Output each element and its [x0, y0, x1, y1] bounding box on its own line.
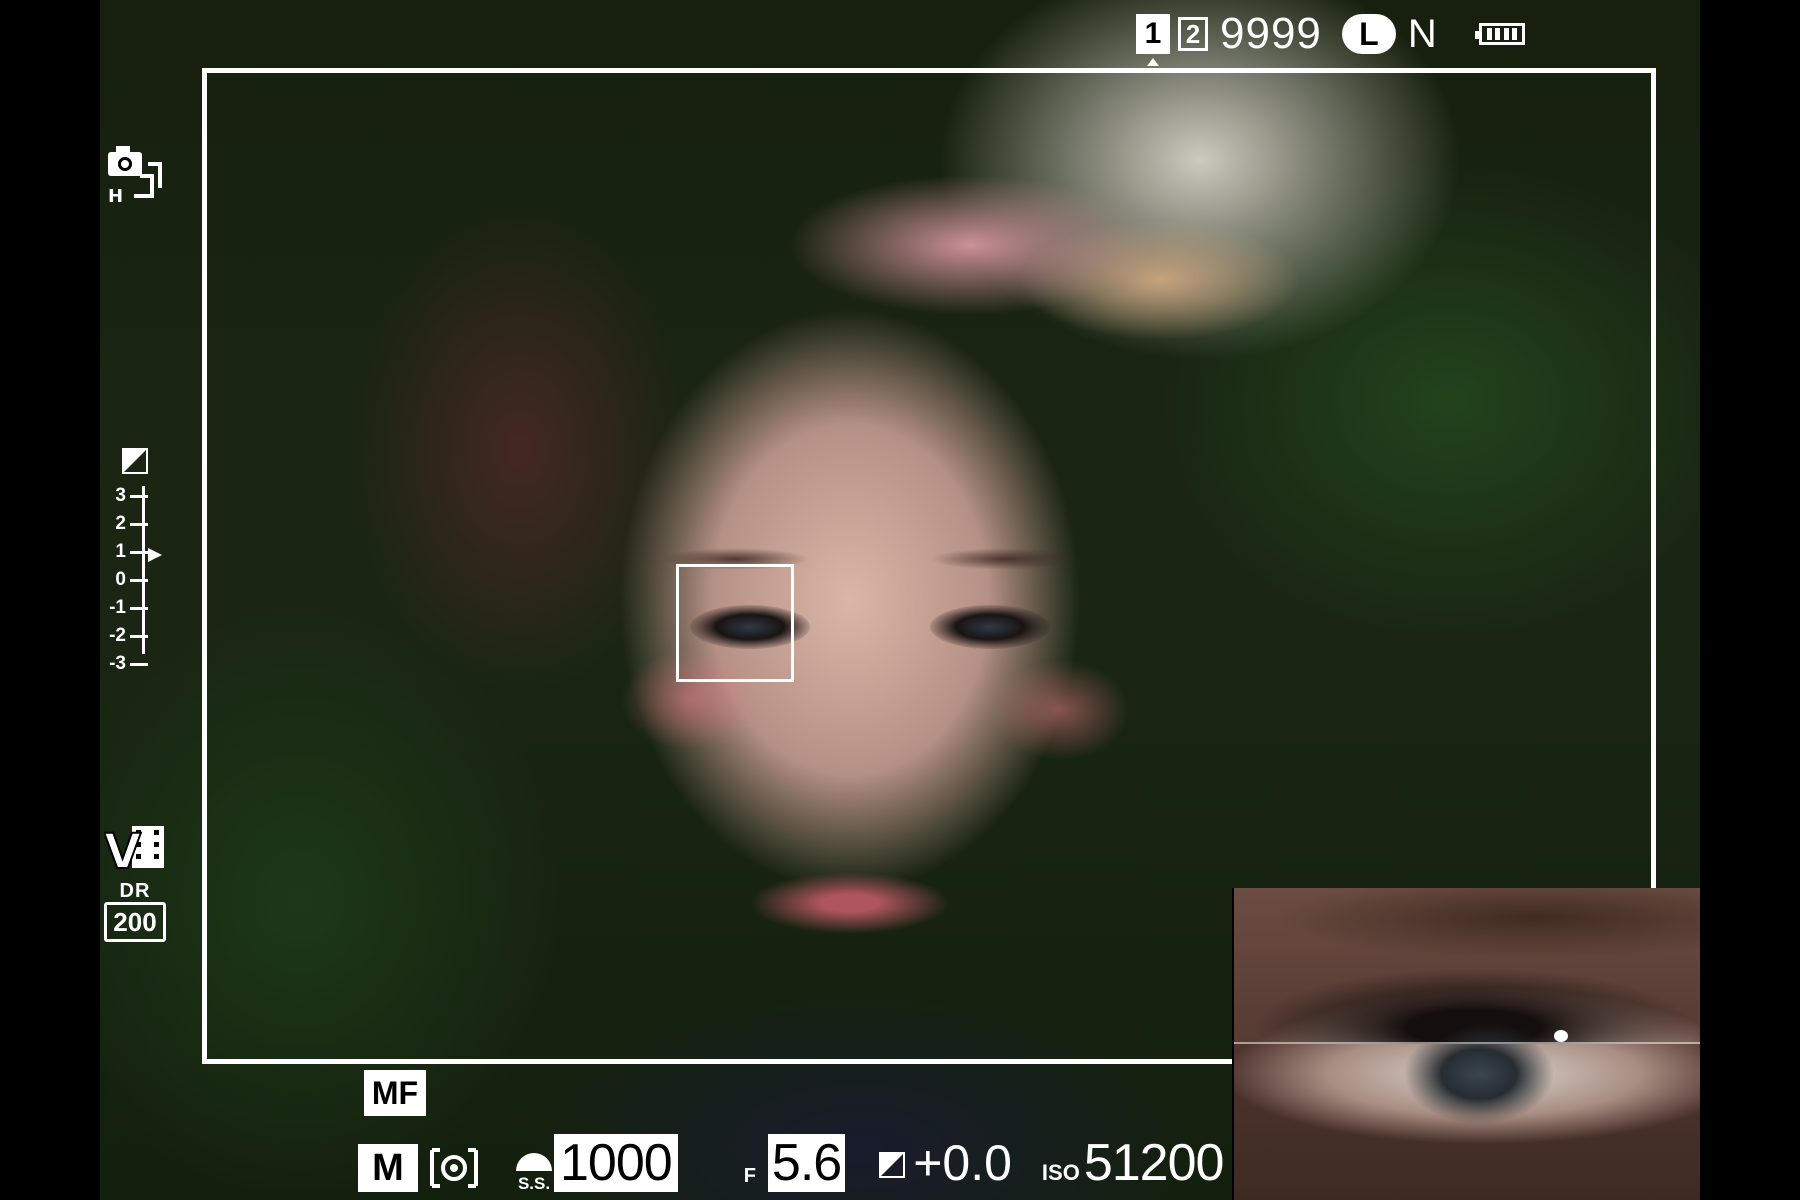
active-slot-marker-icon — [1147, 58, 1159, 66]
right-black-bar — [1700, 0, 1800, 1200]
battery-cell — [1486, 28, 1492, 40]
shots-remaining: 9999 — [1220, 9, 1322, 58]
card-slot-1-label: 1 — [1144, 17, 1162, 50]
aperture-value[interactable]: 5.6 — [767, 1134, 846, 1192]
card-slot-2-indicator: 2 — [1178, 17, 1208, 51]
card-slot-2-label: 2 — [1185, 18, 1201, 49]
exposure-scale-label: 1 — [115, 541, 126, 562]
exposure-pointer-icon — [148, 548, 162, 562]
exposure-scale-tick — [130, 550, 148, 554]
exposure-scale-label: -2 — [109, 625, 126, 646]
exposure-scale-row: 0 — [104, 568, 168, 592]
exposure-scale-label: 2 — [115, 513, 126, 534]
image-quality: N — [1407, 11, 1437, 56]
iso-value[interactable]: 51200 — [1084, 1134, 1225, 1192]
aperture-group: F 5.6 — [744, 1134, 846, 1192]
exposure-scale-row: -2 — [104, 624, 168, 648]
exposure-compensation-icon — [122, 448, 148, 474]
exposure-scale-label: 3 — [115, 485, 126, 506]
exposure-scale-row: -3 — [104, 652, 168, 676]
exposure-scale-row: 3 — [104, 484, 168, 508]
exposure-scale-row: 1 — [104, 540, 168, 564]
film-simulation-letter: V — [104, 824, 141, 872]
battery-icon — [1474, 23, 1525, 45]
focus-mode-badge: MF — [364, 1070, 426, 1116]
battery-cell — [1503, 28, 1509, 40]
iso-group: ISO 51200 — [1041, 1134, 1225, 1192]
eye-catchlight — [1554, 1030, 1568, 1042]
split-image-divider — [1234, 1042, 1700, 1044]
exposure-scale-tick — [130, 662, 148, 666]
exposure-info-row: M S.S. 1000 F 5.6 +0.0 ISO 51200 — [358, 1126, 1225, 1192]
split-image-lower-half — [1234, 1044, 1700, 1200]
focus-area-box[interactable] — [676, 564, 794, 682]
multi-metering-icon — [430, 1148, 478, 1188]
exposure-scale-label: -3 — [109, 653, 126, 674]
aperture-label: F — [743, 1165, 756, 1187]
shutter-speed-group: S.S. 1000 — [516, 1134, 678, 1192]
shooting-mode-badge: M — [358, 1144, 418, 1192]
exposure-scale-tick — [130, 494, 148, 498]
exposure-compensation-icon — [879, 1152, 906, 1178]
battery-cell — [1512, 28, 1518, 40]
exposure-scale-label: -1 — [109, 597, 126, 618]
image-size-badge: L — [1341, 14, 1396, 54]
film-simulation-icon: V — [104, 823, 164, 872]
iso-label: ISO — [1041, 1160, 1080, 1185]
shutter-dome-icon — [516, 1153, 552, 1171]
exposure-scale-label: 0 — [115, 569, 126, 590]
top-status-bar: 1 2 9999 L N — [1136, 6, 1525, 66]
left-black-bar — [0, 0, 100, 1200]
focus-check-magnifier — [1232, 888, 1700, 1200]
card-slot-1-indicator: 1 — [1136, 14, 1170, 66]
exposure-scale-row: -1 — [104, 596, 168, 620]
exposure-indicator-scale: 3 2 1 0 -1 -2 -3 — [104, 448, 168, 674]
dynamic-range-label: DR — [119, 880, 151, 902]
exposure-compensation-group: +0.0 — [879, 1134, 1012, 1192]
camera-burst-icon: H — [108, 146, 162, 204]
exposure-scale-tick — [130, 606, 148, 610]
exposure-scale-tick — [130, 634, 148, 638]
shutter-speed-label-group: S.S. — [516, 1153, 552, 1192]
exposure-scale-tick — [130, 578, 148, 582]
battery-cell — [1495, 28, 1501, 40]
exposure-compensation-value[interactable]: +0.0 — [913, 1134, 1012, 1192]
shutter-speed-label: S.S. — [517, 1174, 551, 1193]
exposure-scale-tick — [130, 522, 148, 526]
shutter-speed-value[interactable]: 1000 — [554, 1134, 678, 1192]
dynamic-range-value: 200 — [104, 902, 166, 942]
drive-mode-label: H — [108, 186, 123, 204]
exposure-scale-row: 2 — [104, 512, 168, 536]
